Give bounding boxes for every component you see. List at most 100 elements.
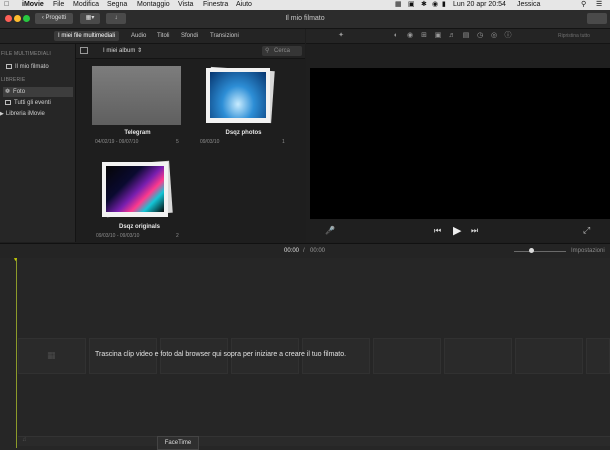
film-icon bbox=[6, 64, 12, 69]
menu-aiuto[interactable]: Aiuto bbox=[236, 0, 252, 10]
tab-audio[interactable]: Audio bbox=[131, 29, 146, 43]
menu-segna[interactable]: Segna bbox=[107, 0, 127, 10]
menu-file[interactable]: File bbox=[53, 0, 64, 10]
disclosure-triangle-icon[interactable]: ▶ bbox=[0, 111, 4, 117]
libraries-sidebar: FILE MULTIMEDIALI Il mio filmato LIBRERI… bbox=[0, 44, 76, 242]
zoom-slider-track[interactable] bbox=[514, 251, 566, 252]
tab-transitions[interactable]: Transizioni bbox=[210, 29, 239, 43]
album-telegram[interactable]: Telegram 04/02/19 - 09/07/10 5 bbox=[90, 66, 190, 148]
timeline-placeholder-slot bbox=[586, 338, 610, 374]
noise-reduction-icon[interactable]: ▤ bbox=[461, 31, 471, 41]
film-placeholder-icon: ▦ bbox=[47, 350, 56, 360]
album-thumbnail bbox=[92, 66, 181, 125]
clip-info-icon[interactable]: ⓘ bbox=[503, 31, 513, 41]
tab-my-media[interactable]: I miei file multimediali bbox=[54, 31, 120, 41]
events-icon bbox=[5, 100, 11, 105]
menubar-clock[interactable]: Lun 20 apr 20:54 bbox=[453, 0, 506, 10]
play-icon[interactable]: ▶ bbox=[453, 224, 461, 237]
fullscreen-icon[interactable]: ⤢ bbox=[583, 225, 590, 236]
menu-vista[interactable]: Vista bbox=[178, 0, 193, 10]
color-balance-icon[interactable]: ◐ bbox=[391, 31, 401, 41]
notification-center-icon[interactable]: ☰ bbox=[596, 0, 602, 10]
current-time: 00:00 bbox=[284, 248, 300, 254]
water-drop-photo bbox=[210, 72, 266, 118]
sidebar-item-project-label: Il mio filmato bbox=[15, 64, 49, 70]
album-count: 2 bbox=[176, 233, 179, 239]
adjustment-toolbar: ✦ ◐ ◉ ⊞ ▣ ♬ ▤ ◷ ◎ ⓘ Ripristina tutto bbox=[306, 29, 610, 44]
audio-track-lane[interactable]: ♫ bbox=[18, 436, 610, 446]
dock-tooltip: FaceTime bbox=[157, 436, 199, 450]
album-dates: 09/03/10 - 09/03/10 bbox=[96, 233, 140, 239]
sidebar-item-imovie-library[interactable]: ▶ Libreria iMovie bbox=[0, 109, 70, 119]
settings-button[interactable]: Impostazioni bbox=[571, 244, 605, 258]
menu-modifica[interactable]: Modifica bbox=[73, 0, 99, 10]
timeline-placeholder-slot bbox=[515, 338, 583, 374]
filter-icon[interactable]: ◎ bbox=[489, 31, 499, 41]
skip-forward-icon[interactable]: ⏭ bbox=[471, 226, 478, 236]
album-count: 1 bbox=[282, 139, 285, 145]
sidebar-item-project[interactable]: Il mio filmato bbox=[6, 62, 76, 72]
volume-icon[interactable]: ♬ bbox=[447, 31, 457, 41]
window-titlebar: ‹ Progetti ▦▾ ↓ Il mio filmato bbox=[0, 10, 610, 29]
album-title: Dsqz originals bbox=[118, 224, 160, 230]
playhead-line[interactable] bbox=[16, 258, 17, 448]
album-title: Telegram bbox=[124, 130, 151, 136]
browser-toolbar: I miei album ⇕ ⚲ Cerca bbox=[76, 44, 305, 59]
search-field-icon: ⚲ bbox=[265, 48, 270, 54]
album-dropdown[interactable]: I miei album ⇕ bbox=[103, 44, 142, 58]
menu-app-name[interactable]: iMovie bbox=[22, 0, 44, 10]
media-section-heading: FILE MULTIMEDIALI bbox=[1, 51, 51, 57]
zoom-slider-knob[interactable] bbox=[529, 248, 534, 253]
photos-icon: ❁ bbox=[5, 89, 11, 95]
album-dsqz-originals[interactable]: Dsqz originals 09/03/10 - 09/03/10 2 bbox=[92, 160, 192, 242]
sidebar-toggle-icon[interactable] bbox=[80, 47, 88, 54]
menubar-user[interactable]: Jessica bbox=[517, 0, 540, 10]
sidebar-item-imovie-library-label: Libreria iMovie bbox=[5, 111, 45, 117]
timeline-placeholder-slot: ▦ bbox=[18, 338, 86, 374]
album-dropdown-label: I miei album bbox=[103, 48, 136, 54]
timeline-placeholder-slot bbox=[373, 338, 441, 374]
search-icon[interactable]: ⚲ bbox=[581, 0, 586, 10]
menu-finestra[interactable]: Finestra bbox=[203, 0, 228, 10]
speed-icon[interactable]: ◷ bbox=[475, 31, 485, 41]
crop-icon[interactable]: ⊞ bbox=[419, 31, 429, 41]
sidebar-item-photos[interactable]: ❁ Foto bbox=[3, 87, 73, 97]
timeline-placeholder-slot bbox=[444, 338, 512, 374]
bluetooth-icon[interactable]: ✱ bbox=[421, 0, 427, 10]
screen-icon[interactable]: ▣ bbox=[408, 0, 415, 10]
magic-wand-icon[interactable]: ✦ bbox=[336, 31, 346, 41]
stabilization-icon[interactable]: ▣ bbox=[433, 31, 443, 41]
playhead-marker[interactable]: ▼ bbox=[13, 257, 18, 263]
tab-titles[interactable]: Titoli bbox=[157, 29, 169, 43]
album-dates: 04/02/19 - 09/07/10 bbox=[95, 139, 139, 145]
total-time: 00:00 bbox=[310, 248, 326, 254]
wifi-icon[interactable]: ◉ bbox=[432, 0, 438, 10]
album-title: Dsqz photos bbox=[225, 130, 262, 136]
tab-backgrounds[interactable]: Sfondi bbox=[181, 29, 198, 43]
media-tabs-bar: I miei file multimediali Audio Titoli Sf… bbox=[0, 29, 305, 44]
chevron-updown-icon: ⇕ bbox=[137, 48, 143, 54]
album-thumbnail bbox=[102, 162, 168, 217]
abstract-wave-photo bbox=[106, 166, 164, 212]
skip-back-icon[interactable]: ⏮ bbox=[434, 226, 441, 236]
system-menubar:  iMovie File Modifica Segna Montaggio V… bbox=[0, 0, 610, 10]
color-correction-icon[interactable]: ◉ bbox=[405, 31, 415, 41]
apple-icon[interactable]:  bbox=[4, 0, 9, 10]
album-dsqz-photos[interactable]: Dsqz photos 09/03/10 1 bbox=[196, 66, 296, 148]
search-placeholder: Cerca bbox=[274, 48, 291, 54]
dropbox-icon[interactable]: ▦ bbox=[395, 0, 402, 10]
search-field[interactable]: ⚲ Cerca bbox=[262, 46, 302, 56]
preview-screen[interactable] bbox=[310, 68, 610, 219]
sidebar-item-all-events-label: Tutti gli eventi bbox=[14, 100, 51, 106]
microphone-icon[interactable]: 🎤 bbox=[325, 226, 335, 235]
share-button[interactable] bbox=[587, 13, 607, 24]
sidebar-item-photos-label: Foto bbox=[13, 89, 26, 95]
reset-all-button[interactable]: Ripristina tutto bbox=[558, 29, 590, 43]
sidebar-item-all-events[interactable]: Tutti gli eventi bbox=[3, 98, 73, 108]
battery-icon[interactable]: ▮ bbox=[442, 0, 446, 10]
menu-montaggio[interactable]: Montaggio bbox=[137, 0, 170, 10]
window-title: Il mio filmato bbox=[285, 15, 325, 22]
timeline-hint: Trascina clip video e foto dal browser q… bbox=[95, 351, 347, 358]
album-dates: 09/03/10 bbox=[200, 139, 220, 145]
album-thumbnail bbox=[206, 68, 270, 123]
